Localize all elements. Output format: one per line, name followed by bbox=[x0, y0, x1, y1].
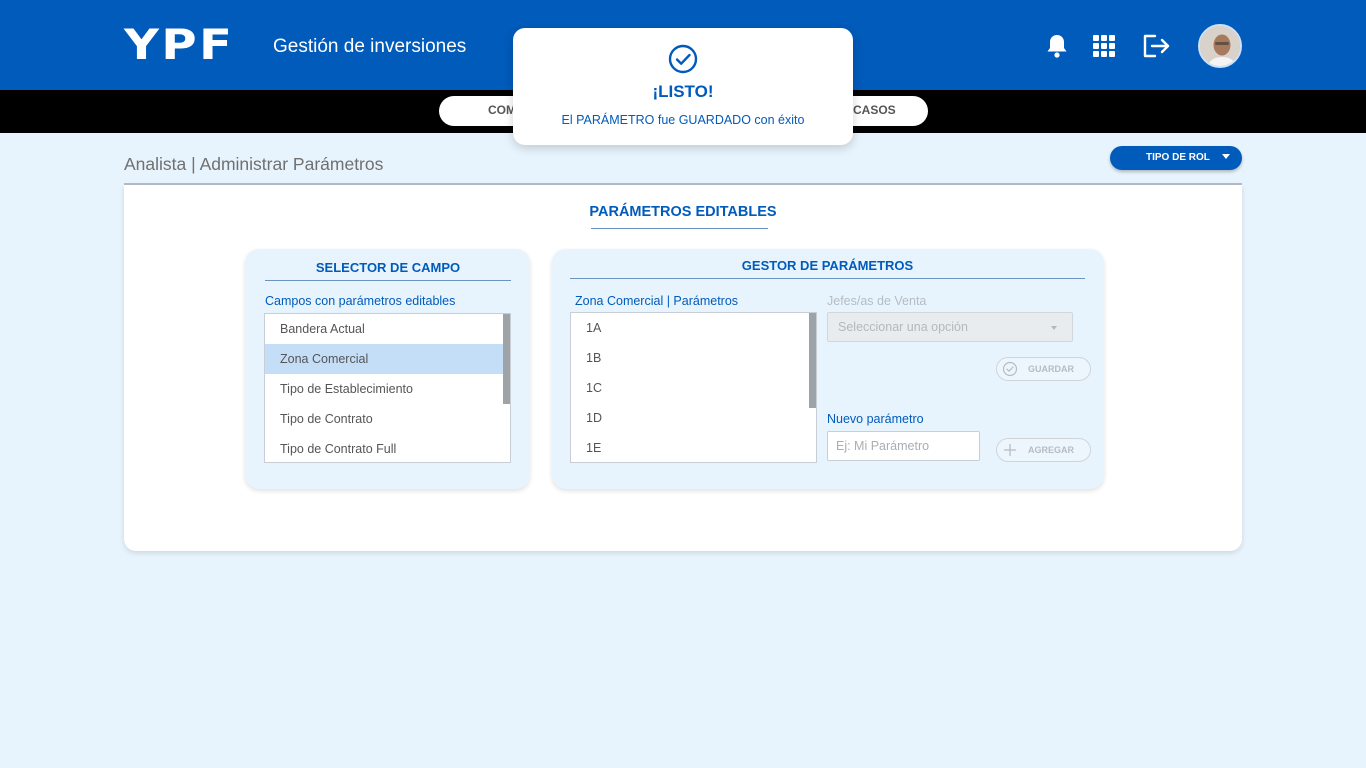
new-param-input[interactable]: Ej: Mi Parámetro bbox=[827, 431, 980, 461]
save-button[interactable]: GUARDAR bbox=[996, 357, 1091, 381]
bell-icon[interactable] bbox=[1041, 30, 1073, 62]
toast-title: ¡LISTO! bbox=[652, 82, 714, 101]
param-manager-underline bbox=[570, 278, 1085, 279]
param-list-scrollbar[interactable] bbox=[809, 313, 816, 408]
heading-underline bbox=[591, 228, 768, 229]
add-button-label: AGREGAR bbox=[1028, 445, 1075, 455]
param-list[interactable]: 1A 1B 1C 1D 1E bbox=[570, 312, 817, 463]
list-item-1c[interactable]: 1C bbox=[571, 373, 809, 403]
check-circle-icon bbox=[668, 44, 698, 79]
logout-icon[interactable] bbox=[1140, 30, 1172, 62]
jefes-venta-select-value: Seleccionar una opción bbox=[838, 320, 968, 334]
new-param-label: Nuevo parámetro bbox=[827, 412, 924, 426]
nav-item-com[interactable]: COM bbox=[488, 103, 516, 117]
apps-grid-icon[interactable] bbox=[1088, 30, 1120, 62]
jefes-venta-label: Jefes/as de Venta bbox=[827, 294, 927, 308]
list-item-1a[interactable]: 1A bbox=[571, 313, 809, 343]
field-selector-label: Campos con parámetros editables bbox=[265, 294, 456, 308]
param-manager-panel: GESTOR DE PARÁMETROS Zona Comercial | Pa… bbox=[552, 249, 1104, 489]
param-list-label: Zona Comercial | Parámetros bbox=[575, 294, 739, 308]
add-button[interactable]: AGREGAR bbox=[996, 438, 1091, 462]
list-item-1e[interactable]: 1E bbox=[571, 433, 809, 462]
list-item-bandera-actual[interactable]: Bandera Actual bbox=[265, 314, 503, 344]
list-item-tipo-de-contrato-full[interactable]: Tipo de Contrato Full bbox=[265, 434, 503, 462]
toast-message: El PARÁMETRO fue GUARDADO con éxito bbox=[561, 113, 805, 127]
plus-icon bbox=[1002, 442, 1018, 460]
role-type-label: TIPO DE ROL bbox=[1146, 152, 1210, 163]
success-toast: ¡LISTO! El PARÁMETRO fue GUARDADO con éx… bbox=[513, 28, 853, 145]
chevron-down-icon bbox=[1222, 154, 1230, 159]
parameters-card: PARÁMETROS EDITABLES SELECTOR DE CAMPO C… bbox=[124, 185, 1242, 551]
role-type-dropdown[interactable]: TIPO DE ROL bbox=[1110, 146, 1242, 170]
field-list-scrollbar[interactable] bbox=[503, 314, 510, 404]
field-selector-panel: SELECTOR DE CAMPO Campos con parámetros … bbox=[245, 249, 530, 489]
list-item-1d[interactable]: 1D bbox=[571, 403, 809, 433]
nav-item-casos[interactable]: CASOS bbox=[853, 103, 896, 117]
list-item-tipo-de-establecimiento[interactable]: Tipo de Establecimiento bbox=[265, 374, 503, 404]
card-heading: PARÁMETROS EDITABLES bbox=[589, 204, 777, 220]
field-selector-underline bbox=[265, 280, 511, 281]
param-manager-title: GESTOR DE PARÁMETROS bbox=[741, 258, 914, 273]
page-title: Analista | Administrar Parámetros bbox=[124, 154, 384, 174]
list-item-1b[interactable]: 1B bbox=[571, 343, 809, 373]
jefes-venta-select[interactable]: Seleccionar una opción bbox=[827, 312, 1073, 342]
ypf-logo[interactable]: YPF bbox=[124, 24, 234, 66]
chevron-down-icon bbox=[1051, 326, 1057, 330]
save-button-label: GUARDAR bbox=[1028, 364, 1074, 374]
field-list[interactable]: Bandera Actual Zona Comercial Tipo de Es… bbox=[264, 313, 511, 463]
list-item-zona-comercial[interactable]: Zona Comercial bbox=[265, 344, 503, 374]
check-circle-icon bbox=[1002, 361, 1018, 379]
field-selector-title: SELECTOR DE CAMPO bbox=[315, 260, 461, 275]
app-title: Gestión de inversiones bbox=[273, 36, 467, 57]
list-item-tipo-de-contrato[interactable]: Tipo de Contrato bbox=[265, 404, 503, 434]
user-avatar[interactable] bbox=[1198, 24, 1242, 68]
